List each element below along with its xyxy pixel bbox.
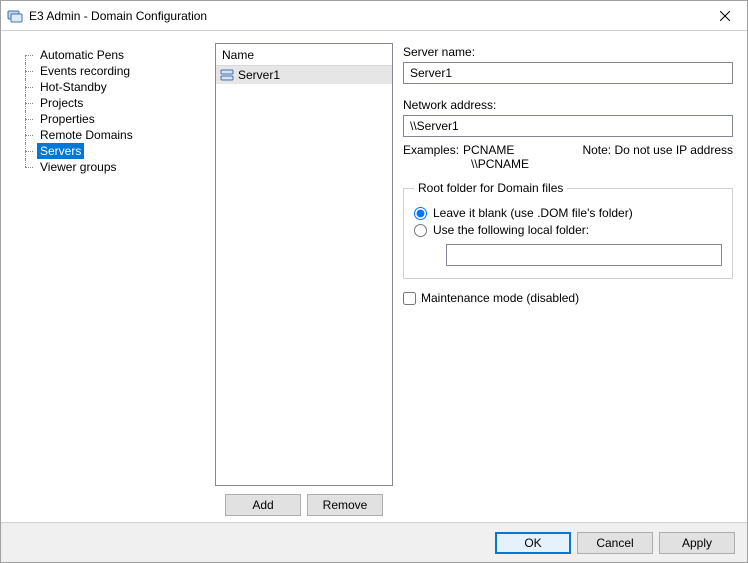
network-address-label: Network address: [403,98,733,112]
tree-item-properties[interactable]: Properties [19,111,203,127]
tree-item-events-recording[interactable]: Events recording [19,63,203,79]
examples-label: Examples: [403,143,459,171]
maintenance-mode-checkbox[interactable] [403,292,416,305]
server-name-input[interactable] [403,62,733,84]
content-area: Automatic PensEvents recordingHot-Standb… [1,31,747,522]
titlebar: E3 Admin - Domain Configuration [1,1,747,31]
window-title: E3 Admin - Domain Configuration [29,9,702,23]
root-custom-label: Use the following local folder: [433,223,589,237]
tree-item-viewer-groups[interactable]: Viewer groups [19,159,203,175]
app-icon [7,8,23,24]
examples-value-2: \\PCNAME [463,157,529,171]
tree-item-label: Events recording [37,63,133,79]
tree-item-label: Hot-Standby [37,79,110,95]
root-folder-legend: Root folder for Domain files [414,181,567,195]
maintenance-mode-row[interactable]: Maintenance mode (disabled) [403,291,733,305]
root-custom-radio[interactable] [414,224,427,237]
tree-connector-icon [25,95,35,111]
tree-item-projects[interactable]: Projects [19,95,203,111]
root-folder-group: Root folder for Domain files Leave it bl… [403,181,733,279]
tree-item-label: Projects [37,95,86,111]
tree-item-hot-standby[interactable]: Hot-Standby [19,79,203,95]
close-button[interactable] [702,1,747,30]
tree-item-label: Remote Domains [37,127,136,143]
server-form: Server name: Network address: Examples: … [403,43,735,516]
tree-item-remote-domains[interactable]: Remote Domains [19,127,203,143]
cancel-button[interactable]: Cancel [577,532,653,554]
nav-tree: Automatic PensEvents recordingHot-Standb… [13,43,205,516]
network-address-input[interactable] [403,115,733,137]
ok-button[interactable]: OK [495,532,571,554]
tree-item-automatic-pens[interactable]: Automatic Pens [19,47,203,63]
examples-row: Examples: PCNAME \\PCNAME Note: Do not u… [403,143,733,171]
tree-connector-icon [25,63,35,79]
root-blank-label: Leave it blank (use .DOM file's folder) [433,206,633,220]
tree-connector-icon [25,47,35,63]
add-button[interactable]: Add [225,494,301,516]
tree-connector-icon [25,111,35,127]
list-body: Server1 [216,66,392,485]
tree-item-servers[interactable]: Servers [19,143,203,159]
server-name-label: Server name: [403,45,733,59]
server-listbox[interactable]: Name Server1 [215,43,393,486]
root-custom-radio-row[interactable]: Use the following local folder: [414,223,722,237]
tree-connector-icon [25,143,35,159]
examples-note: Note: Do not use IP address [582,143,733,171]
list-header-name[interactable]: Name [216,44,392,66]
server-icon [220,68,234,82]
list-item[interactable]: Server1 [216,66,392,84]
tree-connector-icon [25,159,35,175]
root-blank-radio[interactable] [414,207,427,220]
examples-value-1: PCNAME [463,143,529,157]
apply-button[interactable]: Apply [659,532,735,554]
list-buttons: Add Remove [215,486,393,516]
root-blank-radio-row[interactable]: Leave it blank (use .DOM file's folder) [414,206,722,220]
dialog-window: E3 Admin - Domain Configuration Automati… [0,0,748,563]
tree-connector-icon [25,127,35,143]
root-custom-folder-input[interactable] [446,244,722,266]
server-list-column: Name Server1 Add Remove [215,43,393,516]
tree-item-label: Viewer groups [37,159,120,175]
maintenance-mode-label: Maintenance mode (disabled) [421,291,579,305]
list-item-label: Server1 [238,68,280,82]
tree-item-label: Properties [37,111,98,127]
tree-item-label: Servers [37,143,84,159]
remove-button[interactable]: Remove [307,494,383,516]
tree-connector-icon [25,79,35,95]
tree-item-label: Automatic Pens [37,47,127,63]
close-icon [720,11,730,21]
dialog-footer: OK Cancel Apply [1,522,747,562]
